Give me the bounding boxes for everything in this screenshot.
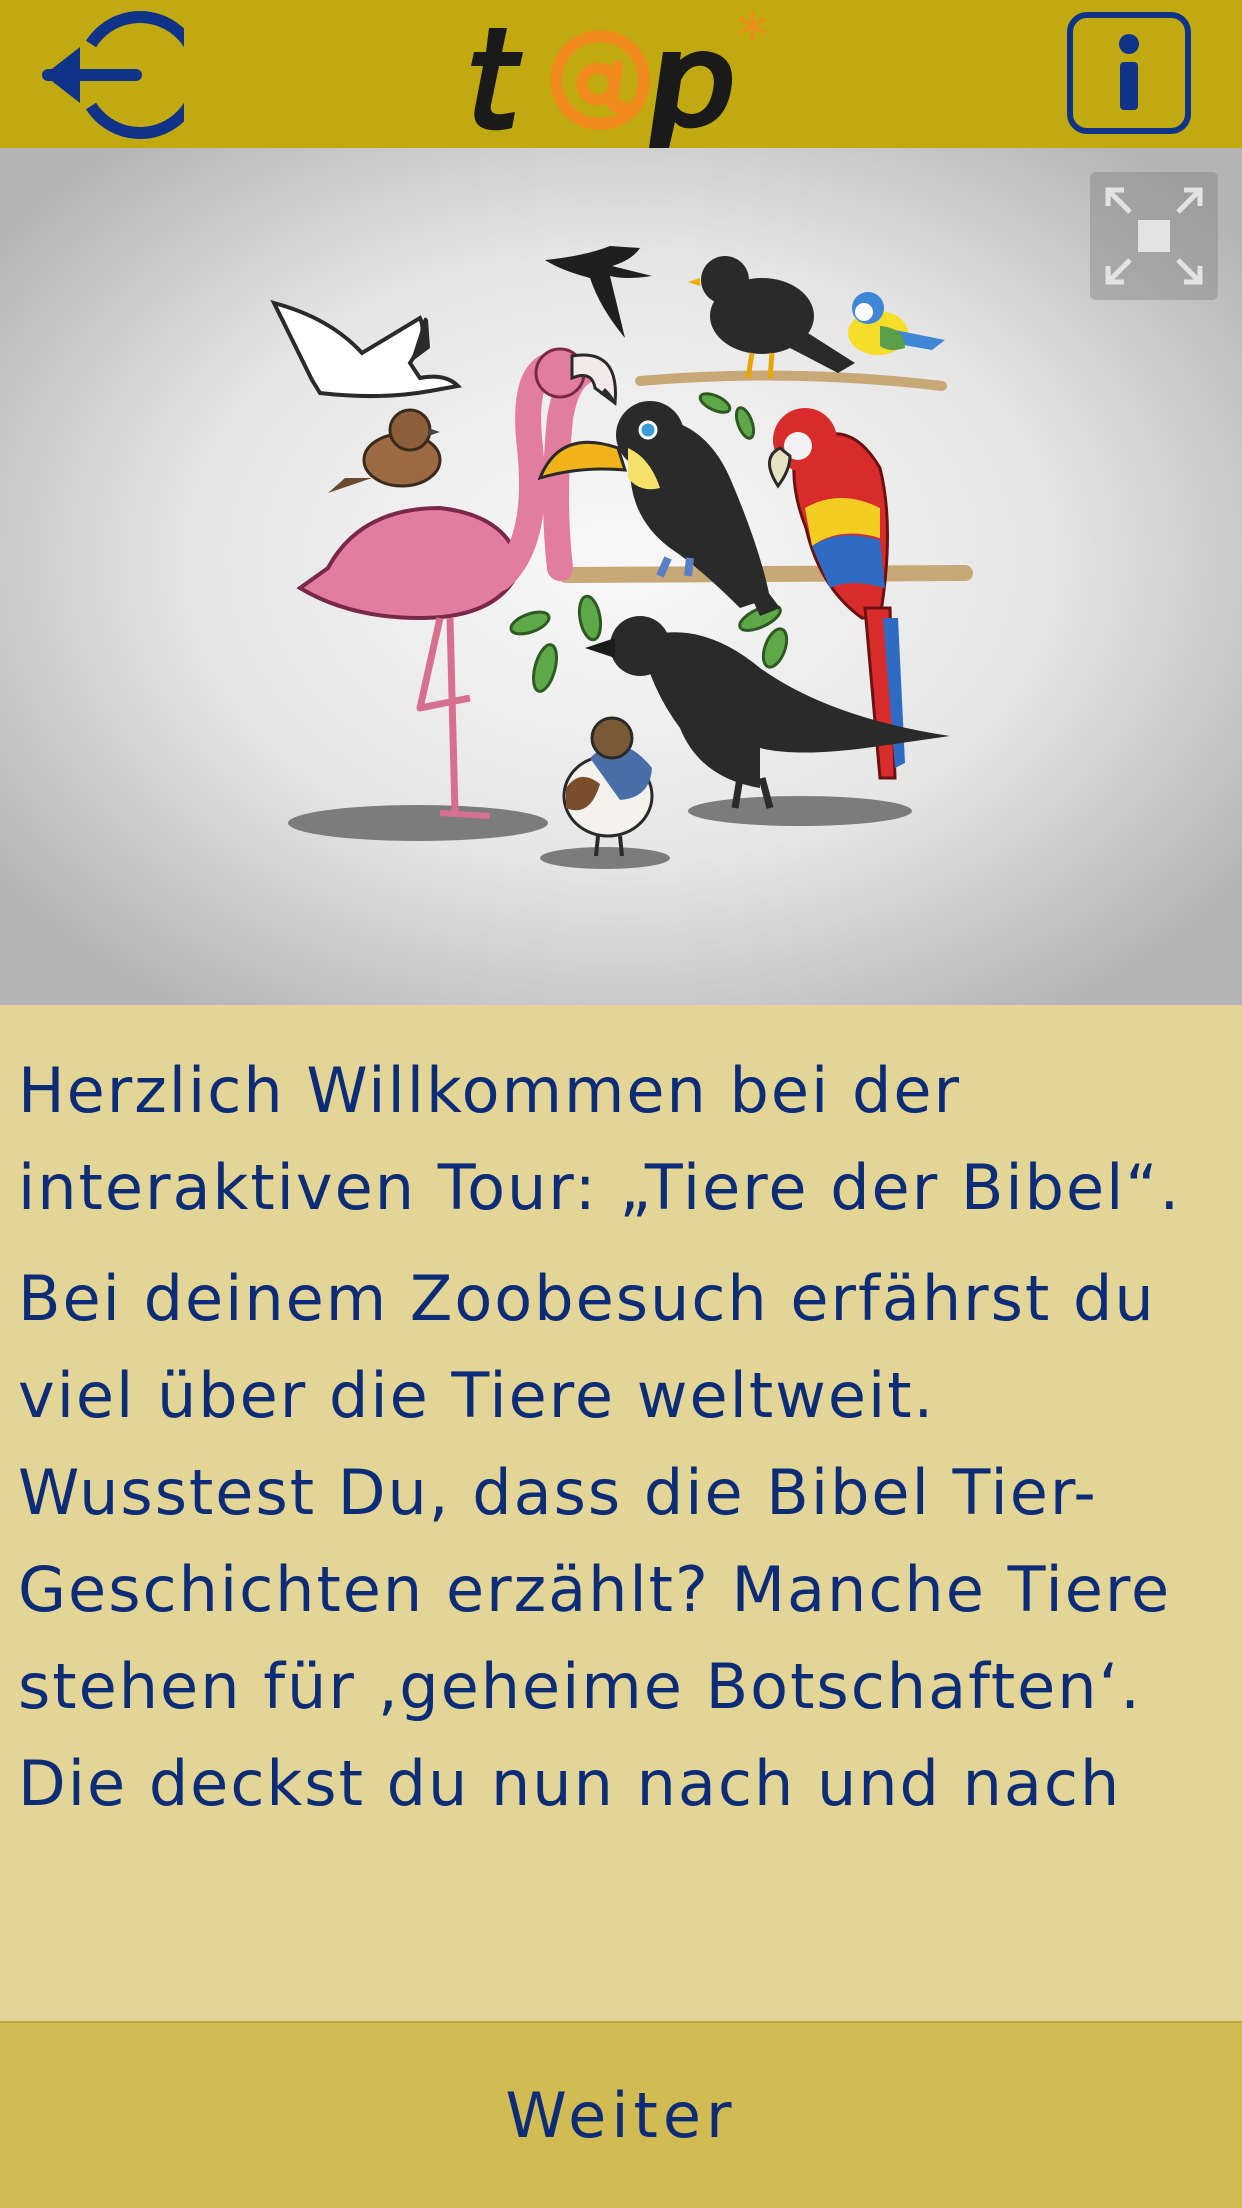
fullscreen-button[interactable] (1090, 172, 1218, 300)
app-logo: * (455, 0, 795, 148)
info-icon (1119, 34, 1139, 110)
next-button[interactable]: Weiter (0, 2021, 1242, 2208)
back-button[interactable] (36, 10, 205, 140)
birds-illustration (270, 246, 973, 869)
intro-paragraph: Bei deinem Zoobesuch erfährst du viel üb… (18, 1262, 1172, 1820)
hero-image (0, 148, 1242, 1005)
next-button-label: Weiter (505, 2079, 737, 2152)
fullscreen-icon (1105, 187, 1203, 285)
logout-arrow-icon (42, 11, 205, 139)
welcome-paragraph: Herzlich Willkommen bei der interaktiven… (18, 1054, 1182, 1224)
intro-text-area[interactable]: Herzlich Willkommen bei der interaktiven… (0, 1005, 1242, 2021)
header-bar: * (0, 0, 1242, 148)
svg-text:*: * (737, 0, 768, 73)
info-button[interactable] (1067, 12, 1191, 134)
